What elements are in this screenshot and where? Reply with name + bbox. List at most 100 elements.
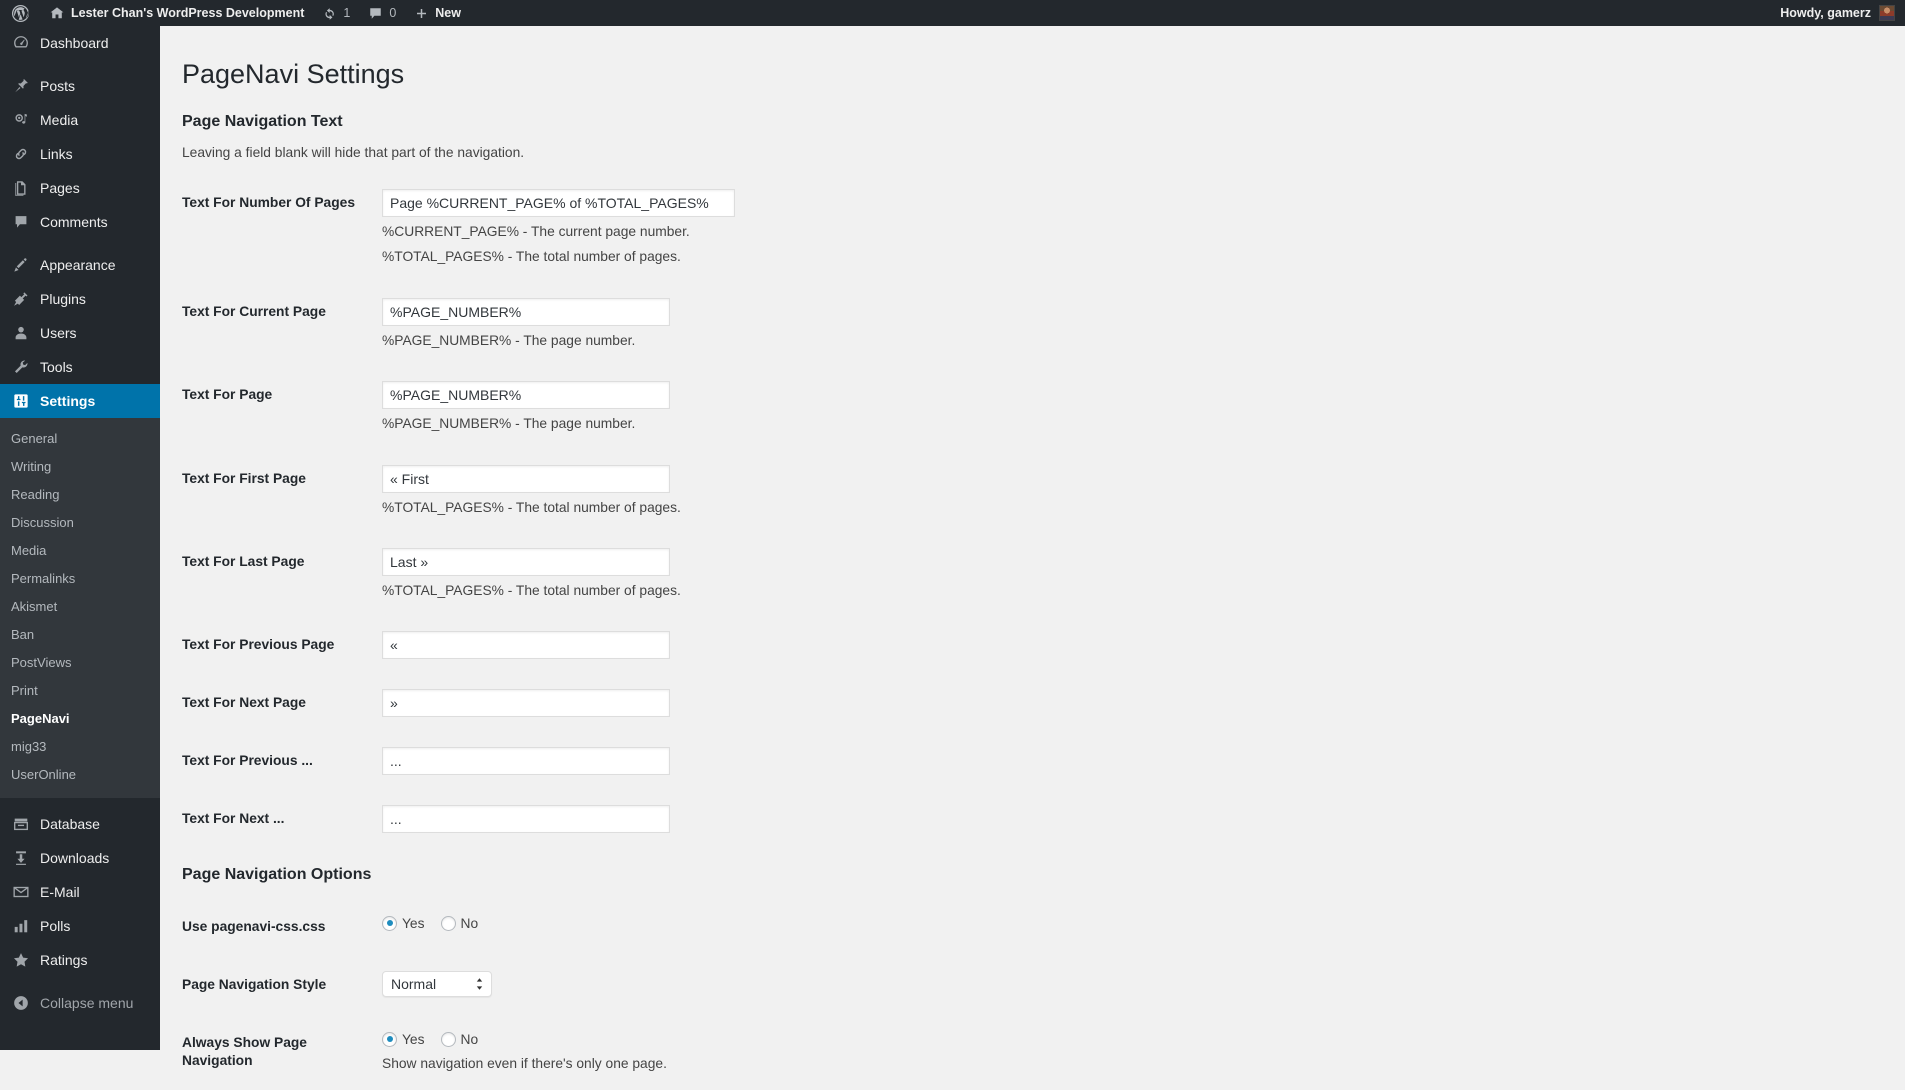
text-for-previous-ellipsis-input[interactable]	[382, 747, 670, 776]
radio-no-icon[interactable]	[440, 915, 456, 931]
field-label-line2: Navigation	[182, 1053, 253, 1069]
sidebar-item-postviews[interactable]: PostViews	[0, 649, 160, 677]
sidebar-item-settings[interactable]: Settings	[0, 384, 160, 418]
sidebar-item-label: Polls	[40, 918, 71, 934]
new-content-button[interactable]: New	[405, 0, 470, 26]
field-cell: %PAGE_NUMBER% - The page number.	[382, 283, 1382, 366]
field-hint: %TOTAL_PAGES% - The total number of page…	[382, 499, 681, 515]
sidebar-item-label: Pages	[40, 180, 80, 196]
text-for-previous-page-input[interactable]	[382, 631, 670, 660]
table-row: Text For Page %PAGE_NUMBER% - The page n…	[182, 366, 1382, 449]
database-icon	[11, 814, 31, 834]
my-account-button[interactable]: Howdy, gamerz	[1771, 0, 1905, 26]
radio-yes-icon[interactable]	[382, 1031, 397, 1047]
wrench-icon	[11, 357, 31, 377]
use-pagenavi-css-no-option[interactable]: No	[440, 915, 479, 931]
avatar	[1879, 5, 1895, 21]
table-row: Text For Number Of Pages %CURRENT_PAGE% …	[182, 174, 1382, 283]
sidebar-item-mig33[interactable]: mig33	[0, 733, 160, 761]
sidebar-item-comments[interactable]: Comments	[0, 205, 160, 239]
sidebar-item-posts[interactable]: Posts	[0, 69, 160, 103]
radio-label: No	[460, 915, 479, 931]
text-for-next-page-input[interactable]	[382, 689, 670, 718]
sidebar-item-dashboard[interactable]: Dashboard	[0, 26, 160, 60]
sidebar-item-akismet[interactable]: Akismet	[0, 593, 160, 621]
updates-button[interactable]: 1	[313, 0, 359, 26]
site-name-button[interactable]: Lester Chan's WordPress Development	[40, 0, 313, 26]
text-for-current-page-input[interactable]	[382, 297, 670, 326]
collapse-arrow-icon	[11, 993, 31, 1013]
settings-sliders-icon	[11, 391, 31, 411]
sidebar-item-permalinks[interactable]: Permalinks	[0, 565, 160, 593]
sidebar-item-appearance[interactable]: Appearance	[0, 248, 160, 282]
dashboard-icon	[11, 33, 31, 53]
sidebar-item-media-settings[interactable]: Media	[0, 537, 160, 565]
radio-no-icon[interactable]	[440, 1031, 456, 1047]
wordpress-logo-button[interactable]	[0, 0, 40, 26]
sidebar-item-label: Dashboard	[40, 35, 109, 51]
field-hint: %CURRENT_PAGE% - The current page number…	[382, 224, 690, 239]
sidebar-item-print[interactable]: Print	[0, 677, 160, 705]
always-show-navigation-radio-group: Yes No	[382, 1029, 1372, 1049]
bar-chart-icon	[11, 916, 31, 936]
sidebar-item-media[interactable]: Media	[0, 103, 160, 137]
text-for-next-ellipsis-input[interactable]	[382, 805, 670, 834]
table-row: Text For Next Page	[182, 674, 1382, 732]
sidebar-item-downloads[interactable]: Downloads	[0, 841, 160, 875]
sidebar-item-label: Downloads	[40, 850, 110, 866]
sidebar-item-links[interactable]: Links	[0, 137, 160, 171]
sidebar-separator	[0, 60, 160, 69]
sidebar-item-plugins[interactable]: Plugins	[0, 282, 160, 316]
settings-submenu: General Writing Reading Discussion Media…	[0, 418, 160, 798]
sidebar-item-label: Users	[40, 325, 77, 341]
sidebar-item-reading[interactable]: Reading	[0, 481, 160, 509]
media-icon	[11, 110, 31, 130]
comments-button[interactable]: 0	[359, 0, 405, 26]
sidebar-item-tools[interactable]: Tools	[0, 350, 160, 384]
radio-label: Yes	[402, 915, 425, 931]
sidebar-item-pages[interactable]: Pages	[0, 171, 160, 205]
always-show-yes-option[interactable]: Yes	[382, 1031, 425, 1047]
field-label: Text For Current Page	[182, 303, 326, 319]
radio-yes-icon[interactable]	[382, 915, 397, 931]
use-pagenavi-css-radio-group: Yes No	[382, 913, 1372, 933]
paintbrush-icon	[11, 255, 31, 275]
admin-bar: Lester Chan's WordPress Development 1 0 …	[0, 0, 1905, 26]
updates-icon	[322, 6, 337, 21]
sidebar-item-writing[interactable]: Writing	[0, 453, 160, 481]
text-for-number-of-pages-input[interactable]	[382, 189, 735, 217]
sidebar-item-database[interactable]: Database	[0, 807, 160, 841]
collapse-menu-button[interactable]: Collapse menu	[0, 986, 160, 1020]
sidebar-item-label: Appearance	[40, 257, 116, 273]
use-pagenavi-css-yes-option[interactable]: Yes	[382, 915, 425, 931]
field-label: Text For Previous Page	[182, 637, 335, 653]
sidebar-item-general[interactable]: General	[0, 425, 160, 453]
always-show-no-option[interactable]: No	[440, 1031, 478, 1047]
field-label: Text For Last Page	[182, 553, 305, 569]
table-row: Text For Next ...	[182, 790, 1382, 848]
text-for-page-input[interactable]	[382, 381, 670, 410]
sidebar-item-label: E-Mail	[40, 884, 80, 900]
sidebar-separator	[0, 239, 160, 248]
field-hint: %TOTAL_PAGES% - The total number of page…	[382, 249, 681, 265]
download-icon	[11, 848, 31, 868]
text-for-last-page-input[interactable]	[382, 547, 670, 576]
sidebar-item-useronline[interactable]: UserOnline	[0, 761, 160, 789]
text-for-first-page-input[interactable]	[382, 464, 670, 493]
sidebar-item-pagenavi[interactable]: PageNavi	[0, 705, 160, 733]
section-title-page-navigation-text: Page Navigation Text	[182, 113, 343, 130]
sidebar-item-email[interactable]: E-Mail	[0, 875, 160, 909]
sidebar-item-ban[interactable]: Ban	[0, 621, 160, 649]
field-cell	[382, 674, 1382, 732]
page-navigation-style-select[interactable]: Normal	[382, 971, 492, 998]
sidebar-item-label: Comments	[40, 214, 108, 230]
sidebar-item-discussion[interactable]: Discussion	[0, 509, 160, 537]
plug-icon	[11, 289, 31, 309]
new-label: New	[435, 6, 461, 20]
sidebar-item-polls[interactable]: Polls	[0, 909, 160, 943]
field-label: Text For Previous ...	[182, 753, 313, 769]
sidebar-item-label: Ratings	[40, 952, 88, 968]
sidebar-item-ratings[interactable]: Ratings	[0, 943, 160, 977]
sidebar-item-users[interactable]: Users	[0, 316, 160, 350]
field-label: Page Navigation Style	[182, 977, 327, 993]
